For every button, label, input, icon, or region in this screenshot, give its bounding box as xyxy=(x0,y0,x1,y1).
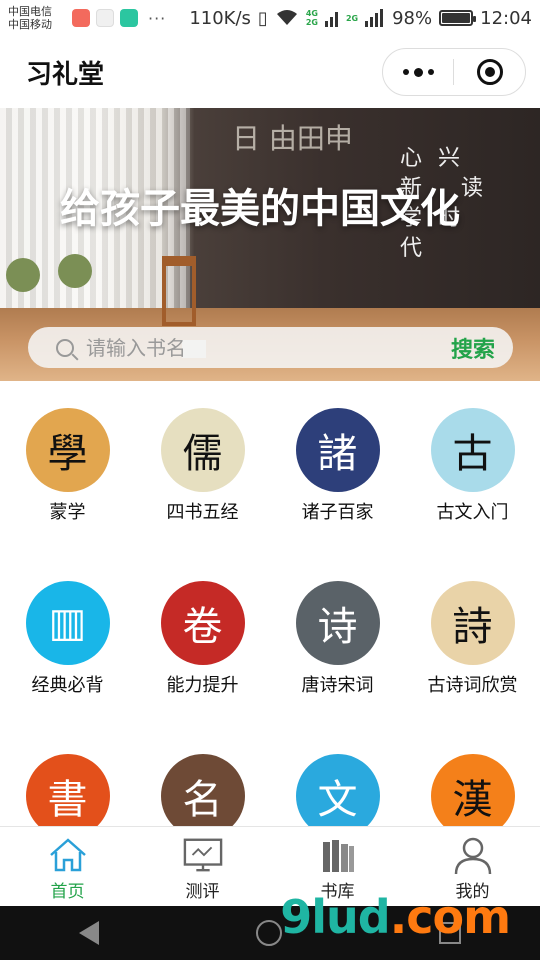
category-item[interactable]: ▥ 经典必背 xyxy=(0,581,135,697)
notification-icons: ··· xyxy=(72,9,166,28)
search-button[interactable]: 搜索 xyxy=(451,332,495,364)
plant-decoration xyxy=(6,258,40,292)
vibrate-icon: ▯ xyxy=(257,7,268,29)
app-notification-icon xyxy=(120,9,138,27)
home-icon xyxy=(48,835,88,875)
category-icon: 诗 xyxy=(295,581,380,665)
category-icon: 詩 xyxy=(430,581,515,665)
category-icon: 卷 xyxy=(160,581,245,665)
network-speed: 110K/s xyxy=(189,7,251,29)
missed-call-icon xyxy=(72,9,90,27)
wifi-icon xyxy=(276,10,297,25)
category-label: 古诗词欣赏 xyxy=(427,675,518,696)
search-input[interactable] xyxy=(86,335,451,360)
category-item[interactable]: 古古文入门 xyxy=(405,408,540,524)
battery-icon xyxy=(439,10,477,26)
target-close-icon xyxy=(476,59,503,85)
more-notifications-icon: ··· xyxy=(148,8,167,28)
tab-evaluation[interactable]: 测评 xyxy=(135,827,270,906)
user-icon xyxy=(453,835,493,875)
map-icon xyxy=(96,9,114,27)
books-icon xyxy=(318,835,358,875)
plant-decoration xyxy=(58,254,92,288)
network-type-2g: 2G xyxy=(345,13,359,23)
category-grid: 學蒙学儒四书五经諸诸子百家古古文入门 ▥ 经典必背卷能力提升诗唐诗宋词詩古诗词欣赏書… xyxy=(0,408,540,870)
category-label: 能力提升 xyxy=(166,675,239,696)
close-button[interactable] xyxy=(454,59,525,85)
category-item[interactable]: 诗唐诗宋词 xyxy=(270,581,405,697)
tab-label: 测评 xyxy=(185,882,220,902)
search-icon xyxy=(56,338,74,357)
category-label: 古文入门 xyxy=(436,502,509,523)
battery-percent: 98% xyxy=(392,7,433,29)
signal-icon-1 xyxy=(324,12,338,27)
title-bar: 习礼堂 xyxy=(0,36,540,108)
category-item[interactable]: 卷能力提升 xyxy=(135,581,270,697)
carrier-2: 中国移动 xyxy=(8,18,52,31)
home-circle-icon[interactable] xyxy=(255,920,282,946)
more-menu-button[interactable] xyxy=(383,49,453,95)
clock: 12:04 xyxy=(480,7,532,29)
watermark-logo: 9lud.com xyxy=(280,890,511,944)
category-label: 蒙学 xyxy=(49,502,86,523)
monitor-icon xyxy=(183,835,223,875)
category-item[interactable]: 詩古诗词欣赏 xyxy=(405,581,540,697)
category-label: 经典必背 xyxy=(31,675,104,696)
mini-program-capsule xyxy=(382,48,526,96)
category-label: 唐诗宋词 xyxy=(301,675,374,696)
category-icon: 儒 xyxy=(160,408,245,492)
status-right: 110K/s ▯ 4G 2G 2G 98% 12:04 xyxy=(189,8,532,29)
page-title: 习礼堂 xyxy=(26,59,105,90)
category-item[interactable]: 儒四书五经 xyxy=(135,408,270,524)
category-icon: 諸 xyxy=(295,408,380,492)
category-item[interactable]: 學蒙学 xyxy=(0,408,135,524)
signal-icon-2 xyxy=(365,9,384,27)
banner-headline: 给孩子最美的中国文化 xyxy=(60,186,460,232)
chair-decoration xyxy=(162,256,196,326)
category-icon: ▥ xyxy=(25,581,110,665)
status-bar: 中国电信 中国移动 ··· 110K/s ▯ 4G 2G 2G 98% 12:04 xyxy=(0,0,540,36)
back-icon[interactable] xyxy=(78,921,99,945)
category-icon: 古 xyxy=(430,408,515,492)
hero-banner[interactable]: 日 由田申 心兴新 读学时 代 给孩子最美的中国文化 搜索 xyxy=(0,108,540,381)
search-bar: 搜索 xyxy=(28,327,513,368)
carrier-1: 中国电信 xyxy=(8,5,52,18)
category-label: 四书五经 xyxy=(166,502,239,523)
network-type-4g: 4G 2G xyxy=(305,9,318,27)
category-icon: 學 xyxy=(25,408,110,492)
category-label: 诸子百家 xyxy=(301,502,374,523)
wall-calligraphy: 日 由田申 xyxy=(232,122,353,155)
tab-home[interactable]: 首页 xyxy=(0,827,135,906)
tab-label: 首页 xyxy=(50,882,85,902)
category-item[interactable]: 諸诸子百家 xyxy=(270,408,405,524)
carrier-info: 中国电信 中国移动 xyxy=(8,5,68,31)
